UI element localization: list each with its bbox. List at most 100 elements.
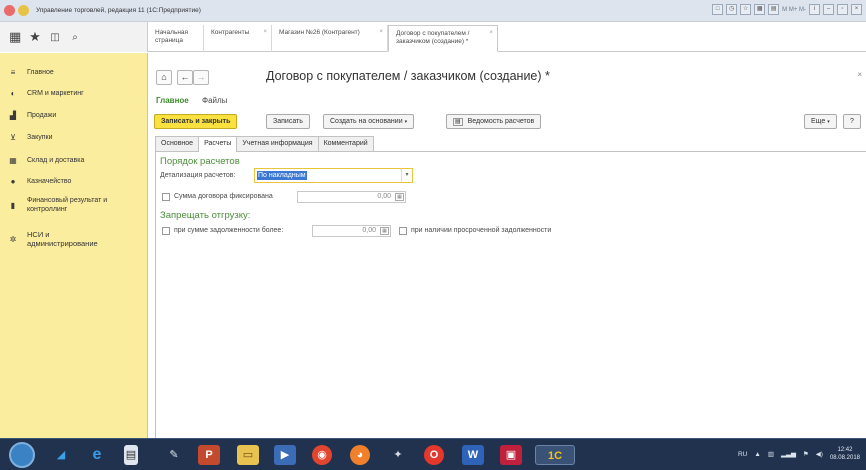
tab-settlements[interactable]: Расчеты bbox=[198, 136, 238, 152]
bar-chart-icon: ▮ bbox=[10, 201, 16, 210]
sidebar-item-finance[interactable]: ▮ Финансовый результат и контроллинг bbox=[7, 196, 107, 214]
tab-accounting-info[interactable]: Учетная информация bbox=[236, 136, 319, 151]
star-icon[interactable]: ★ bbox=[29, 29, 41, 45]
volume-icon[interactable]: ◀) bbox=[816, 450, 823, 458]
tab-label: заказчиком (создание) * bbox=[396, 38, 469, 45]
tab-main[interactable]: Основное bbox=[155, 136, 200, 151]
contract-form: ⌂ ← → Договор с покупателем / заказчиком… bbox=[149, 53, 866, 438]
app-icon[interactable]: ✦ bbox=[387, 445, 409, 465]
chevron-up-icon[interactable]: ▲ bbox=[754, 451, 760, 458]
clock-date: 08.08.2018 bbox=[829, 455, 860, 461]
calculator-icon[interactable]: ▤ bbox=[768, 4, 780, 15]
tab-counterparty-store[interactable]: Магазин №26 (Контрагент) × bbox=[272, 25, 388, 52]
statement-button[interactable]: ▤ Ведомость расчетов bbox=[446, 114, 542, 129]
clock-time: 12:42 bbox=[837, 447, 853, 453]
close-icon[interactable]: × bbox=[379, 28, 383, 36]
sidebar-item-crm[interactable]: ◐ CRM и маркетинг bbox=[7, 89, 84, 98]
tab-counterparties[interactable]: Контрагенты × bbox=[204, 25, 272, 52]
history-icon[interactable]: ◫ bbox=[49, 32, 61, 43]
system-tray: RU ▲ ▥ ▂▃▅ ⚑ ◀) 12:42 08.08.2018 bbox=[738, 446, 860, 462]
section-files-link[interactable]: Файлы bbox=[202, 96, 227, 105]
debt-field[interactable]: 0,00 ▦ bbox=[312, 225, 391, 237]
more-button[interactable]: Еще ▾ bbox=[804, 114, 837, 129]
signal-icon[interactable]: ▂▃▅ bbox=[781, 450, 796, 458]
grid-menu-icon[interactable]: ▦ bbox=[9, 29, 21, 45]
calendar-icon[interactable]: ▦ bbox=[754, 4, 766, 15]
back-button[interactable]: ← bbox=[177, 70, 193, 85]
crm-icon: ◐ bbox=[10, 89, 16, 98]
paint-icon[interactable]: ✎ bbox=[163, 445, 185, 465]
chrome-icon[interactable]: ◉ bbox=[312, 445, 332, 465]
title-bar: Управление торговлей, редакция 11 (1С:Пр… bbox=[0, 0, 866, 22]
sections-sidebar: ≡ Главное ◐ CRM и маркетинг ▟ Продажи ⊻ … bbox=[0, 53, 148, 438]
sidebar-item-main[interactable]: ≡ Главное bbox=[7, 68, 54, 77]
home-icon: ⌂ bbox=[161, 72, 167, 82]
tab-home[interactable]: Начальная страница bbox=[148, 25, 204, 52]
1c-app-icon[interactable]: 1С bbox=[535, 445, 575, 465]
sidebar-item-purchases[interactable]: ⊻ Закупки bbox=[7, 133, 52, 142]
close-icon[interactable]: × bbox=[263, 28, 267, 36]
close-window-icon[interactable]: × bbox=[851, 4, 862, 15]
sidebar-item-warehouse[interactable]: ▦ Склад и доставка bbox=[7, 156, 84, 165]
calculator-icon[interactable]: ▦ bbox=[395, 193, 404, 201]
page-title: Договор с покупателем / заказчиком (созд… bbox=[266, 69, 550, 83]
cart-icon: ⊻ bbox=[10, 133, 16, 142]
chevron-down-icon: ▾ bbox=[827, 119, 830, 125]
network-icon[interactable]: ▥ bbox=[768, 450, 774, 458]
info-icon[interactable]: i bbox=[809, 4, 820, 15]
overdue-checkbox[interactable] bbox=[399, 227, 407, 235]
language-indicator[interactable]: RU bbox=[738, 451, 747, 458]
minimize-icon[interactable]: – bbox=[823, 4, 834, 15]
sidebar-item-sales[interactable]: ▟ Продажи bbox=[7, 111, 56, 120]
flag-icon[interactable]: ⚑ bbox=[803, 450, 809, 458]
debt-label: при сумме задолженности более: bbox=[174, 227, 284, 234]
fixed-sum-checkbox[interactable] bbox=[162, 193, 170, 201]
sidebar-item-label: Склад и доставка bbox=[27, 157, 85, 164]
media-player-icon[interactable]: ▶ bbox=[274, 445, 296, 465]
favorites-icon[interactable]: ☆ bbox=[740, 4, 752, 15]
memory-buttons[interactable]: M M+ M- bbox=[782, 7, 806, 13]
powerpoint-icon[interactable]: P bbox=[198, 445, 220, 465]
clock[interactable]: 12:42 08.08.2018 bbox=[830, 446, 860, 462]
chevron-down-icon[interactable]: ▾ bbox=[401, 169, 412, 182]
warehouse-icon: ▦ bbox=[9, 156, 17, 165]
detail-value: По накладным bbox=[257, 171, 307, 180]
start-button[interactable] bbox=[9, 442, 35, 468]
sidebar-item-label: НСИ и bbox=[27, 230, 50, 239]
word-icon[interactable]: W bbox=[462, 445, 484, 465]
firefox-icon[interactable]: ◕ bbox=[350, 445, 370, 465]
media-app-icon[interactable]: ◢ bbox=[50, 445, 72, 465]
menu-lines-icon: ≡ bbox=[10, 68, 16, 77]
save-close-button[interactable]: Записать и закрыть bbox=[154, 114, 238, 129]
search-icon[interactable]: ⌕ bbox=[69, 32, 81, 43]
help-button[interactable]: ? bbox=[843, 114, 861, 129]
folder-icon[interactable]: ▭ bbox=[237, 445, 259, 465]
tab-contract[interactable]: Договор с покупателем / заказчиком (созд… bbox=[388, 25, 498, 52]
tab-comment[interactable]: Комментарий bbox=[317, 136, 374, 151]
ie-browser-icon[interactable]: e bbox=[86, 445, 108, 465]
sidebar-item-label: Главное bbox=[27, 69, 54, 76]
fixed-sum-field[interactable]: 0,00 ▦ bbox=[297, 191, 406, 203]
debt-checkbox[interactable] bbox=[162, 227, 170, 235]
document-icon[interactable]: ▤ bbox=[124, 445, 138, 465]
create-based-button[interactable]: Создать на основании ▾ bbox=[323, 114, 415, 129]
maximize-icon[interactable]: ▫ bbox=[837, 4, 848, 15]
history-icon[interactable]: ◷ bbox=[726, 4, 738, 15]
forward-button[interactable]: → bbox=[193, 70, 209, 85]
detail-select[interactable]: По накладным ▾ bbox=[254, 168, 413, 183]
toolbar-square-icon[interactable]: □ bbox=[712, 4, 724, 15]
home-button[interactable]: ⌂ bbox=[156, 70, 172, 85]
close-icon[interactable]: × bbox=[489, 29, 493, 37]
menu-icon[interactable] bbox=[18, 5, 29, 16]
save-app-icon[interactable]: ▣ bbox=[500, 445, 522, 465]
close-icon[interactable]: × bbox=[857, 70, 862, 79]
calculator-icon[interactable]: ▦ bbox=[380, 227, 389, 235]
sidebar-item-admin[interactable]: ✲ НСИ и администрирование bbox=[7, 230, 98, 248]
window-title: Управление торговлей, редакция 11 (1С:Пр… bbox=[36, 7, 201, 14]
section-main-link[interactable]: Главное bbox=[156, 96, 189, 105]
opera-icon[interactable]: O bbox=[424, 445, 444, 465]
button-label: Создать на основании bbox=[330, 118, 403, 125]
sidebar-item-treasury[interactable]: ● Казначейство bbox=[7, 177, 72, 186]
button-label: Ведомость расчетов bbox=[467, 118, 535, 125]
save-button[interactable]: Записать bbox=[266, 114, 310, 129]
